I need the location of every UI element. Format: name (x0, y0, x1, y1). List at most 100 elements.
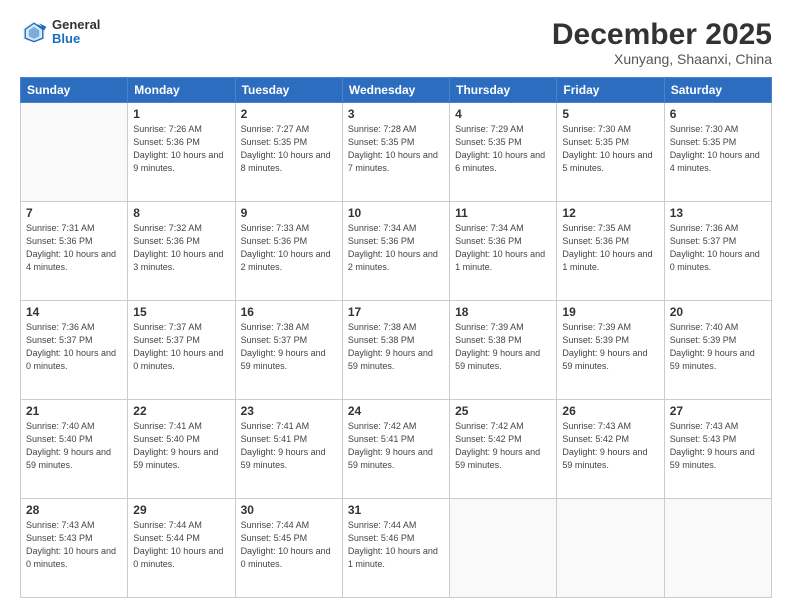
logo-icon (20, 18, 48, 46)
day-number: 7 (26, 206, 122, 220)
day-info: Sunrise: 7:30 AM Sunset: 5:35 PM Dayligh… (562, 123, 658, 175)
day-cell: 16 Sunrise: 7:38 AM Sunset: 5:37 PM Dayli… (235, 301, 342, 400)
day-number: 12 (562, 206, 658, 220)
day-cell: 17Sunrise: 7:38 AM Sunset: 5:38 PM Dayli… (342, 301, 449, 400)
day-info: Sunrise: 7:43 AM Sunset: 5:43 PM Dayligh… (670, 420, 766, 472)
day-cell: 13 Sunrise: 7:36 AM Sunset: 5:37 PM Dayli… (664, 202, 771, 301)
day-info: Sunrise: 7:36 AM Sunset: 5:37 PM Dayligh… (26, 321, 122, 373)
day-info: Sunrise: 7:44 AM Sunset: 5:45 PM Dayligh… (241, 519, 337, 571)
day-cell: 24 Sunrise: 7:42 AM Sunset: 5:41 PM Dayli… (342, 400, 449, 499)
day-cell: 11 Sunrise: 7:34 AM Sunset: 5:36 PM Dayli… (450, 202, 557, 301)
day-info: Sunrise: 7:43 AM Sunset: 5:42 PM Dayligh… (562, 420, 658, 472)
title-block: December 2025 Xunyang, Shaanxi, China (552, 18, 772, 67)
day-cell: 12 Sunrise: 7:35 AM Sunset: 5:36 PM Dayli… (557, 202, 664, 301)
day-info: Sunrise: 7:41 AM Sunset: 5:41 PM Dayligh… (241, 420, 337, 472)
day-info: Sunrise: 7:44 AM Sunset: 5:44 PM Dayligh… (133, 519, 229, 571)
day-info: Sunrise: 7:27 AM Sunset: 5:35 PM Dayligh… (241, 123, 337, 175)
day-cell: 19 Sunrise: 7:39 AM Sunset: 5:39 PM Dayli… (557, 301, 664, 400)
day-cell: 21Sunrise: 7:40 AM Sunset: 5:40 PM Dayli… (21, 400, 128, 499)
day-info: Sunrise: 7:36 AM Sunset: 5:37 PM Dayligh… (670, 222, 766, 274)
day-cell: 27 Sunrise: 7:43 AM Sunset: 5:43 PM Dayli… (664, 400, 771, 499)
day-info: Sunrise: 7:39 AM Sunset: 5:38 PM Dayligh… (455, 321, 551, 373)
day-info: Sunrise: 7:34 AM Sunset: 5:36 PM Dayligh… (348, 222, 444, 274)
day-number: 3 (348, 107, 444, 121)
weekday-monday: Monday (128, 78, 235, 103)
page: General Blue December 2025 Xunyang, Shaa… (0, 0, 792, 612)
day-number: 24 (348, 404, 444, 418)
day-number: 22 (133, 404, 229, 418)
week-row-2: 7 Sunrise: 7:31 AM Sunset: 5:36 PM Daylig… (21, 202, 772, 301)
day-number: 2 (241, 107, 337, 121)
location: Xunyang, Shaanxi, China (552, 51, 772, 67)
weekday-thursday: Thursday (450, 78, 557, 103)
day-cell: 29 Sunrise: 7:44 AM Sunset: 5:44 PM Dayli… (128, 499, 235, 598)
day-number: 29 (133, 503, 229, 517)
day-cell: 25 Sunrise: 7:42 AM Sunset: 5:42 PM Dayli… (450, 400, 557, 499)
day-number: 31 (348, 503, 444, 517)
day-info: Sunrise: 7:31 AM Sunset: 5:36 PM Dayligh… (26, 222, 122, 274)
day-info: Sunrise: 7:33 AM Sunset: 5:36 PM Dayligh… (241, 222, 337, 274)
day-number: 27 (670, 404, 766, 418)
month-title: December 2025 (552, 18, 772, 51)
day-cell: 23 Sunrise: 7:41 AM Sunset: 5:41 PM Dayli… (235, 400, 342, 499)
day-cell: 4Sunrise: 7:29 AM Sunset: 5:35 PM Daylig… (450, 103, 557, 202)
day-info: Sunrise: 7:29 AM Sunset: 5:35 PM Dayligh… (455, 123, 551, 175)
day-number: 10 (348, 206, 444, 220)
weekday-wednesday: Wednesday (342, 78, 449, 103)
day-number: 26 (562, 404, 658, 418)
day-number: 1 (133, 107, 229, 121)
day-number: 20 (670, 305, 766, 319)
day-cell: 15 Sunrise: 7:37 AM Sunset: 5:37 PM Dayli… (128, 301, 235, 400)
day-number: 13 (670, 206, 766, 220)
day-info: Sunrise: 7:35 AM Sunset: 5:36 PM Dayligh… (562, 222, 658, 274)
day-cell (557, 499, 664, 598)
day-cell: 14Sunrise: 7:36 AM Sunset: 5:37 PM Dayli… (21, 301, 128, 400)
day-cell: 5 Sunrise: 7:30 AM Sunset: 5:35 PM Daylig… (557, 103, 664, 202)
day-cell: 22 Sunrise: 7:41 AM Sunset: 5:40 PM Dayli… (128, 400, 235, 499)
day-number: 5 (562, 107, 658, 121)
header: General Blue December 2025 Xunyang, Shaa… (20, 18, 772, 67)
day-number: 23 (241, 404, 337, 418)
day-info: Sunrise: 7:40 AM Sunset: 5:39 PM Dayligh… (670, 321, 766, 373)
day-number: 15 (133, 305, 229, 319)
day-info: Sunrise: 7:42 AM Sunset: 5:42 PM Dayligh… (455, 420, 551, 472)
weekday-header-row: SundayMondayTuesdayWednesdayThursdayFrid… (21, 78, 772, 103)
day-cell (21, 103, 128, 202)
day-cell: 28 Sunrise: 7:43 AM Sunset: 5:43 PM Dayli… (21, 499, 128, 598)
logo: General Blue (20, 18, 100, 47)
day-cell: 6Sunrise: 7:30 AM Sunset: 5:35 PM Daylig… (664, 103, 771, 202)
day-info: Sunrise: 7:43 AM Sunset: 5:43 PM Dayligh… (26, 519, 122, 571)
day-cell (664, 499, 771, 598)
week-row-4: 21Sunrise: 7:40 AM Sunset: 5:40 PM Dayli… (21, 400, 772, 499)
day-number: 30 (241, 503, 337, 517)
day-cell: 8Sunrise: 7:32 AM Sunset: 5:36 PM Daylig… (128, 202, 235, 301)
day-cell: 1 Sunrise: 7:26 AM Sunset: 5:36 PM Daylig… (128, 103, 235, 202)
day-info: Sunrise: 7:38 AM Sunset: 5:37 PM Dayligh… (241, 321, 337, 373)
day-info: Sunrise: 7:42 AM Sunset: 5:41 PM Dayligh… (348, 420, 444, 472)
day-info: Sunrise: 7:30 AM Sunset: 5:35 PM Dayligh… (670, 123, 766, 175)
day-info: Sunrise: 7:28 AM Sunset: 5:35 PM Dayligh… (348, 123, 444, 175)
day-info: Sunrise: 7:41 AM Sunset: 5:40 PM Dayligh… (133, 420, 229, 472)
day-info: Sunrise: 7:37 AM Sunset: 5:37 PM Dayligh… (133, 321, 229, 373)
weekday-friday: Friday (557, 78, 664, 103)
calendar: SundayMondayTuesdayWednesdayThursdayFrid… (20, 77, 772, 598)
day-number: 16 (241, 305, 337, 319)
day-number: 19 (562, 305, 658, 319)
day-info: Sunrise: 7:38 AM Sunset: 5:38 PM Dayligh… (348, 321, 444, 373)
day-cell: 20 Sunrise: 7:40 AM Sunset: 5:39 PM Dayli… (664, 301, 771, 400)
day-cell: 7 Sunrise: 7:31 AM Sunset: 5:36 PM Daylig… (21, 202, 128, 301)
day-number: 25 (455, 404, 551, 418)
week-row-1: 1 Sunrise: 7:26 AM Sunset: 5:36 PM Daylig… (21, 103, 772, 202)
day-info: Sunrise: 7:39 AM Sunset: 5:39 PM Dayligh… (562, 321, 658, 373)
day-number: 8 (133, 206, 229, 220)
day-number: 9 (241, 206, 337, 220)
day-cell: 31Sunrise: 7:44 AM Sunset: 5:46 PM Dayli… (342, 499, 449, 598)
day-cell (450, 499, 557, 598)
day-info: Sunrise: 7:26 AM Sunset: 5:36 PM Dayligh… (133, 123, 229, 175)
day-number: 11 (455, 206, 551, 220)
day-number: 28 (26, 503, 122, 517)
weekday-tuesday: Tuesday (235, 78, 342, 103)
day-cell: 26 Sunrise: 7:43 AM Sunset: 5:42 PM Dayli… (557, 400, 664, 499)
weekday-sunday: Sunday (21, 78, 128, 103)
day-info: Sunrise: 7:34 AM Sunset: 5:36 PM Dayligh… (455, 222, 551, 274)
